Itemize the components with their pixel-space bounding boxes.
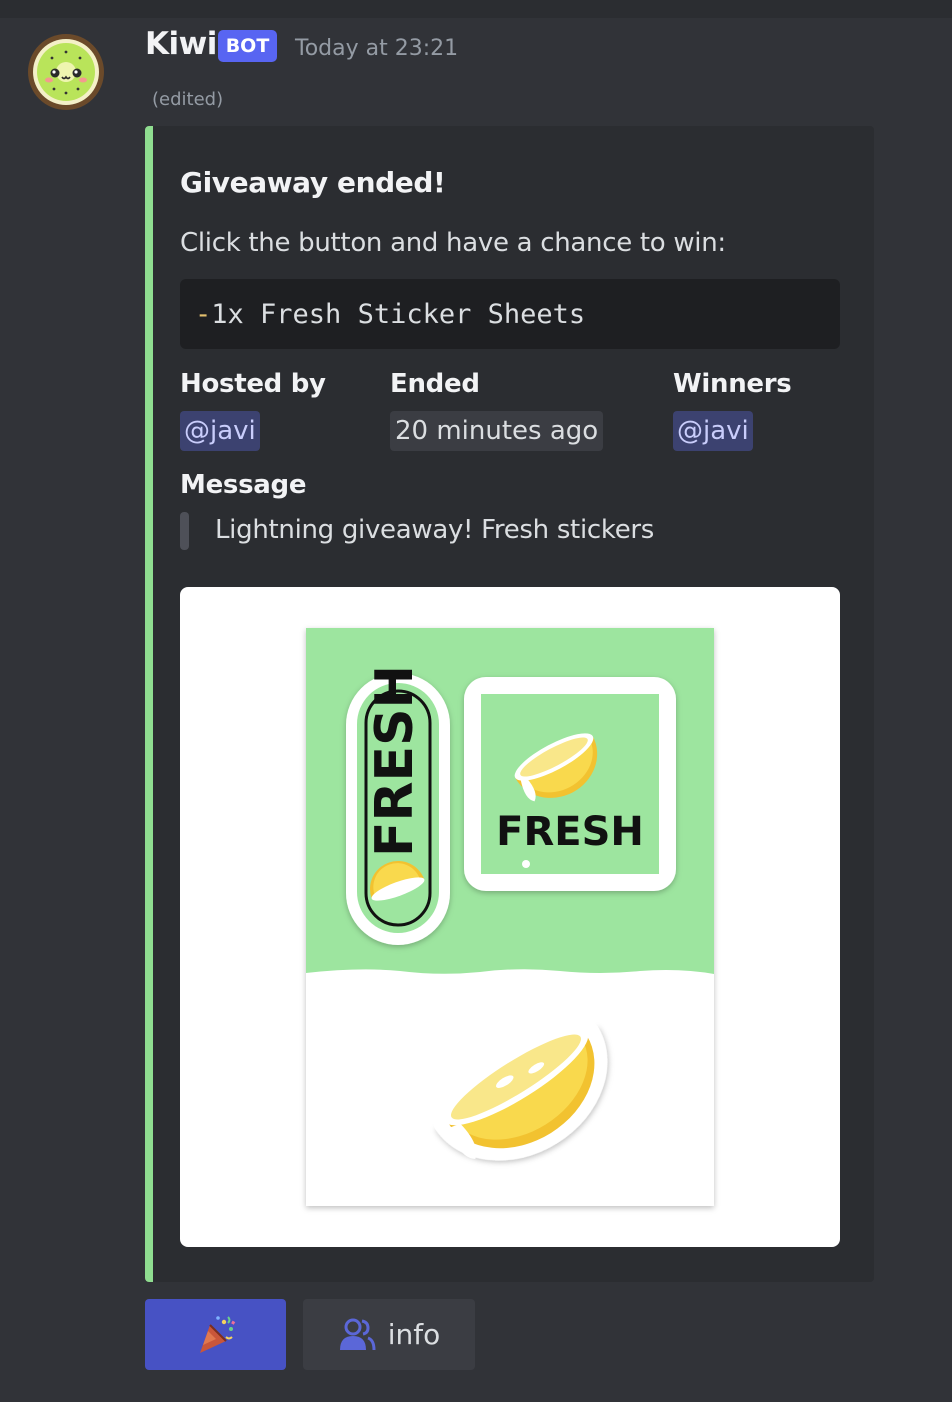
enter-giveaway-button[interactable] [145, 1299, 286, 1370]
field-hosted-by-label: Hosted by [180, 369, 326, 399]
bot-badge: BOT [218, 30, 277, 62]
prize-codeblock: - 1x Fresh Sticker Sheets [180, 279, 840, 349]
party-popper-icon [199, 1315, 235, 1353]
host-mention[interactable]: @javi [180, 411, 260, 451]
fresh-vertical-sticker: FRESH [346, 665, 450, 945]
sticker-fresh-text-square: FRESH [496, 809, 644, 855]
prize-text: 1x Fresh Sticker Sheets [211, 298, 586, 330]
blockquote-bar [180, 512, 189, 550]
field-winners-label: Winners [673, 369, 792, 399]
message-timestamp: Today at 23:21 [295, 36, 459, 61]
winner-mention[interactable]: @javi [673, 411, 753, 451]
people-icon [339, 1318, 376, 1350]
sticker-sheet-image: FRESH FRESH [306, 628, 714, 1206]
fresh-square-sticker: FRESH [464, 677, 676, 891]
author-name[interactable]: Kiwi [145, 26, 217, 62]
giveaway-embed: Giveaway ended! Click the button and hav… [145, 126, 874, 1282]
info-button[interactable]: info [303, 1299, 475, 1370]
top-strip [0, 0, 952, 18]
giveaway-message: Lightning giveaway! Fresh stickers [215, 515, 655, 545]
embed-title: Giveaway ended! [180, 166, 446, 199]
edited-indicator: (edited) [152, 89, 224, 110]
embed-description: Click the button and have a chance to wi… [180, 228, 726, 258]
kiwi-avatar-icon [37, 43, 95, 101]
kiwi-face-icon [45, 50, 87, 95]
avatar[interactable] [28, 34, 104, 110]
field-ended-label: Ended [390, 369, 480, 399]
field-message-label: Message [180, 470, 307, 500]
info-button-label: info [387, 1318, 441, 1351]
sticker-fresh-text-vertical: FRESH [365, 665, 425, 857]
embed-accent-bar [145, 126, 153, 1282]
prize-dash: - [195, 298, 212, 330]
embed-image[interactable]: FRESH FRESH [180, 587, 840, 1247]
ended-timestamp[interactable]: 20 minutes ago [390, 411, 604, 451]
